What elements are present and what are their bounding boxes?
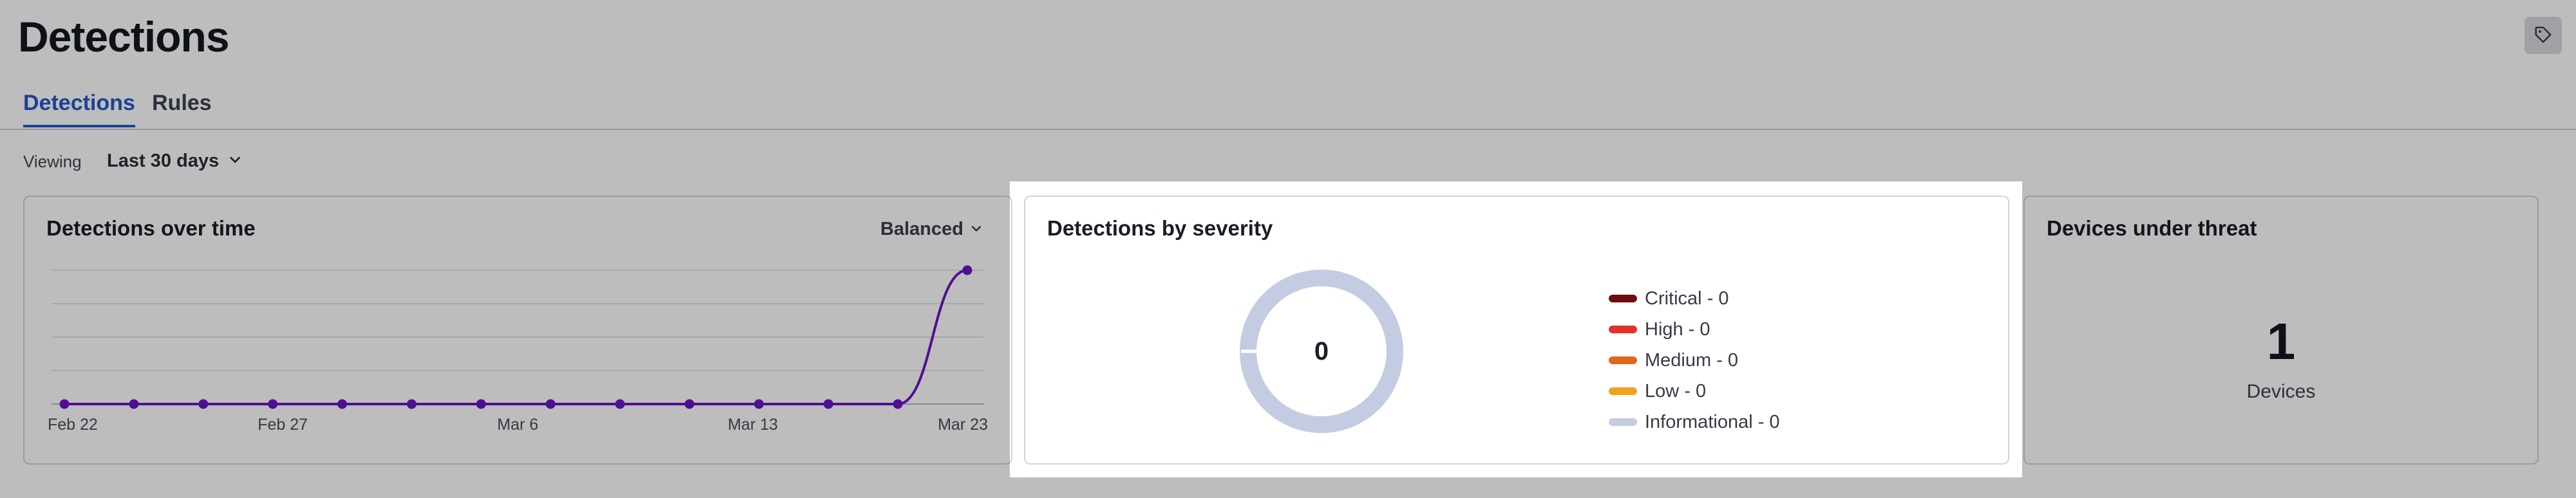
legend-swatch xyxy=(1609,295,1637,302)
tab-rules[interactable]: Rules xyxy=(152,89,212,127)
data-point xyxy=(198,399,209,409)
chevron-down-icon xyxy=(228,151,242,172)
legend-swatch xyxy=(1609,387,1637,395)
data-point xyxy=(129,399,139,409)
x-tick-label: Feb 22 xyxy=(48,416,98,434)
page-title: Detections xyxy=(18,13,229,60)
data-point xyxy=(753,399,764,409)
x-tick-label: Mar 13 xyxy=(728,416,778,434)
data-point xyxy=(545,399,556,409)
data-point xyxy=(476,399,486,409)
data-point xyxy=(406,399,417,409)
detections-over-time-card: Detections over time Balanced Feb 22 Feb … xyxy=(23,196,1012,465)
tab-detections[interactable]: Detections xyxy=(23,89,135,127)
severity-donut-chart: 0 xyxy=(1240,270,1403,433)
tag-button[interactable] xyxy=(2524,17,2562,54)
legend-label: Informational - 0 xyxy=(1645,411,1780,432)
x-tick-label: Mar 6 xyxy=(497,416,538,434)
data-point xyxy=(962,265,972,275)
legend-swatch xyxy=(1609,418,1637,426)
detections-line-chart: Feb 22 Feb 27 Mar 6 Mar 13 Mar 23 xyxy=(48,265,988,434)
data-point xyxy=(893,399,903,409)
data-point xyxy=(823,399,833,409)
device-count-label: Devices xyxy=(2246,381,2316,402)
x-tick-label: Mar 23 xyxy=(938,416,988,434)
legend-item-critical: Critical - 0 xyxy=(1609,283,1780,314)
legend-swatch xyxy=(1609,356,1637,364)
data-point xyxy=(337,399,347,409)
legend-label: Low - 0 xyxy=(1645,380,1707,401)
legend-item-low: Low - 0 xyxy=(1609,376,1780,407)
x-tick-label: Feb 27 xyxy=(258,416,308,434)
devices-under-threat-card: Devices under threat 1 Devices xyxy=(2023,196,2539,465)
detections-page: Detections Detections Rules Viewing Last… xyxy=(0,0,2576,498)
legend-label: Medium - 0 xyxy=(1645,349,1739,371)
dim-overlay-bottom xyxy=(0,477,2576,498)
tag-icon xyxy=(2533,25,2553,46)
device-count: 1 xyxy=(2266,313,2296,370)
card-title: Devices under threat xyxy=(2047,216,2257,240)
data-point xyxy=(268,399,278,409)
legend-label: High - 0 xyxy=(1645,318,1710,340)
detections-by-severity-card: Detections by severity 0 Critical - 0 Hi… xyxy=(1024,196,2009,465)
date-range-value: Last 30 days xyxy=(107,150,220,171)
viewing-label: Viewing xyxy=(23,152,82,171)
donut-total: 0 xyxy=(1314,337,1329,365)
legend-swatch xyxy=(1609,326,1637,333)
legend-item-high: High - 0 xyxy=(1609,314,1780,345)
data-point xyxy=(685,399,695,409)
severity-legend: Critical - 0 High - 0 Medium - 0 Low - 0… xyxy=(1609,283,1780,438)
data-point xyxy=(59,399,70,409)
date-range-dropdown[interactable]: Last 30 days xyxy=(107,147,242,175)
legend-item-medium: Medium - 0 xyxy=(1609,345,1780,376)
data-point xyxy=(615,399,625,409)
tab-bar: Detections Rules xyxy=(0,84,2576,130)
card-title: Detections by severity xyxy=(1047,216,1273,240)
legend-item-informational: Informational - 0 xyxy=(1609,407,1780,438)
legend-label: Critical - 0 xyxy=(1645,288,1729,309)
